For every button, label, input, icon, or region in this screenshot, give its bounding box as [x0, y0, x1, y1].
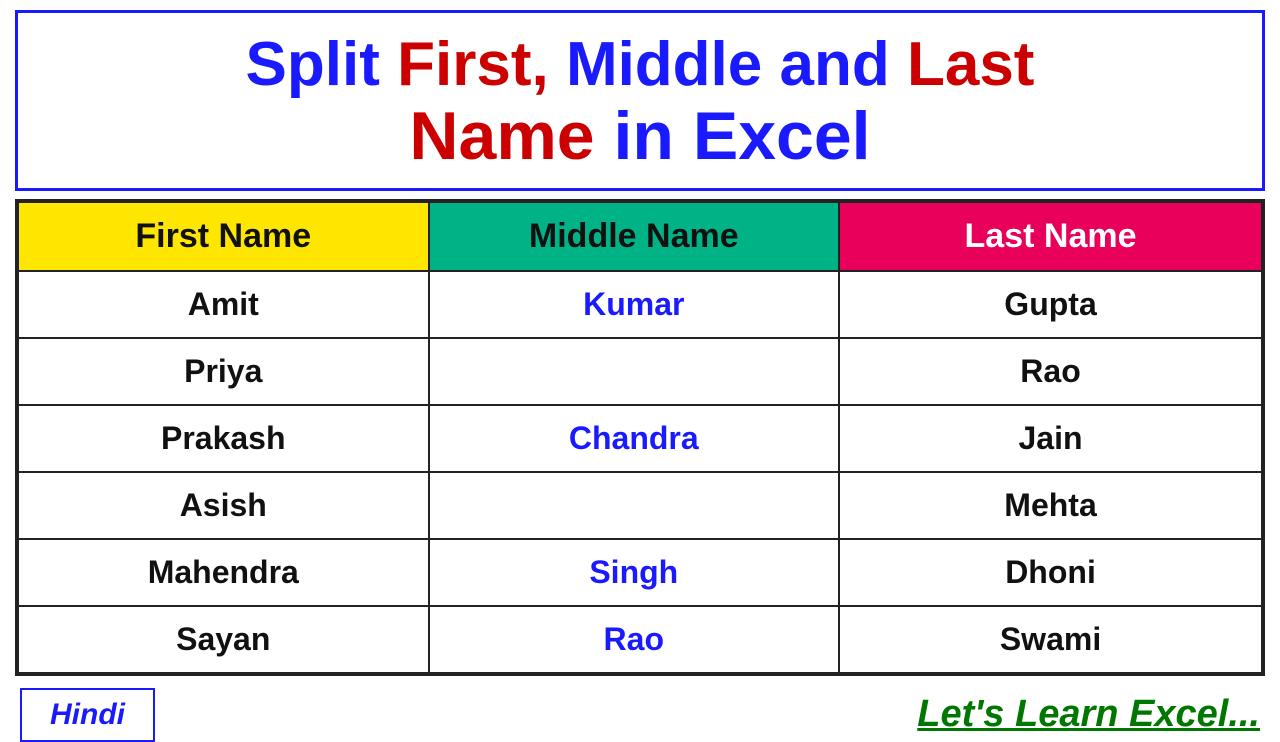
table-row: AmitKumarGupta — [18, 271, 1262, 338]
cell-last-name: Gupta — [839, 271, 1262, 338]
header-middle-name: Middle Name — [429, 202, 840, 271]
cell-middle-name — [429, 338, 840, 405]
hindi-label: Hindi — [50, 698, 125, 731]
cell-middle-name — [429, 472, 840, 539]
cell-first-name: Prakash — [18, 405, 429, 472]
cell-last-name: Jain — [839, 405, 1262, 472]
main-container: Split First, Middle and Last Name in Exc… — [0, 0, 1280, 720]
word-last: Last — [907, 30, 1034, 99]
cell-last-name: Swami — [839, 606, 1262, 673]
table-header-row: First Name Middle Name Last Name — [18, 202, 1262, 271]
word-first: First, — [397, 30, 549, 99]
cell-middle-name: Rao — [429, 606, 840, 673]
cell-last-name: Dhoni — [839, 539, 1262, 606]
title-line1: Split First, Middle and Last — [28, 31, 1252, 99]
word-name: Name — [409, 98, 594, 174]
table-row: SayanRaoSwami — [18, 606, 1262, 673]
word-middle: Middle — [566, 30, 762, 99]
cell-last-name: Rao — [839, 338, 1262, 405]
name-table: First Name Middle Name Last Name AmitKum… — [17, 201, 1263, 674]
title-area: Split First, Middle and Last Name in Exc… — [15, 10, 1265, 191]
table-wrapper: First Name Middle Name Last Name AmitKum… — [15, 199, 1265, 676]
word-split: Split — [246, 30, 380, 99]
footer: Hindi Let's Learn Excel... — [20, 688, 1260, 742]
cell-last-name: Mehta — [839, 472, 1262, 539]
word-and: and — [780, 30, 890, 99]
cell-first-name: Priya — [18, 338, 429, 405]
title-line2: Name in Excel — [28, 99, 1252, 174]
word-excel: Excel — [693, 98, 871, 174]
cell-middle-name: Singh — [429, 539, 840, 606]
hindi-box: Hindi — [20, 688, 155, 742]
cell-middle-name: Kumar — [429, 271, 840, 338]
header-first-name: First Name — [18, 202, 429, 271]
cell-middle-name: Chandra — [429, 405, 840, 472]
table-row: Asish Mehta — [18, 472, 1262, 539]
header-last-name: Last Name — [839, 202, 1262, 271]
cell-first-name: Sayan — [18, 606, 429, 673]
table-row: MahendraSinghDhoni — [18, 539, 1262, 606]
table-row: Priya Rao — [18, 338, 1262, 405]
tagline: Let's Learn Excel... — [917, 693, 1260, 736]
cell-first-name: Mahendra — [18, 539, 429, 606]
cell-first-name: Asish — [18, 472, 429, 539]
word-in: in — [614, 98, 674, 174]
table-row: PrakashChandraJain — [18, 405, 1262, 472]
cell-first-name: Amit — [18, 271, 429, 338]
